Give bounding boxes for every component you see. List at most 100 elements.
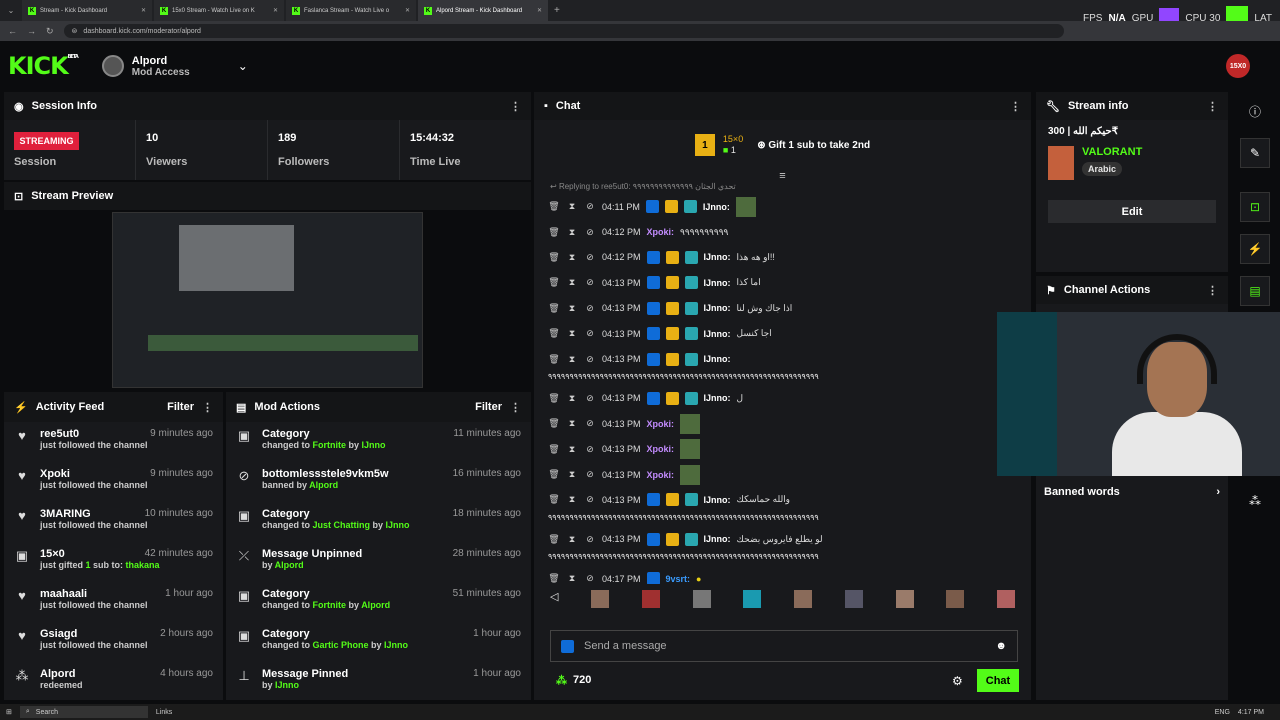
banned-words-item[interactable]: Banned words › bbox=[1044, 486, 1220, 498]
top-gifter[interactable]: 15×0 bbox=[723, 134, 743, 145]
more-options-icon[interactable]: ⋮ bbox=[510, 401, 521, 414]
delete-icon[interactable]: 🗑 bbox=[548, 328, 560, 339]
timeout-icon[interactable]: ⧗ bbox=[566, 444, 578, 455]
delete-icon[interactable]: 🗑 bbox=[548, 303, 560, 314]
more-options-icon[interactable]: ⋮ bbox=[1207, 284, 1218, 297]
emote-icon[interactable] bbox=[743, 590, 762, 608]
activity-user[interactable]: Gsiagd bbox=[40, 628, 77, 640]
chat-username[interactable]: IJnno: bbox=[704, 278, 731, 288]
delete-icon[interactable]: 🗑 bbox=[548, 573, 560, 584]
ban-icon[interactable]: ⊘ bbox=[584, 328, 596, 339]
delete-icon[interactable]: 🗑 bbox=[548, 252, 560, 263]
chat-settings-icon[interactable]: ⚙ bbox=[952, 674, 963, 688]
activity-user[interactable]: ree5ut0 bbox=[40, 428, 79, 440]
emote-picker-icon[interactable]: ◁ bbox=[550, 590, 558, 612]
timeout-icon[interactable]: ⧗ bbox=[566, 303, 578, 314]
tab-close-icon[interactable]: ✕ bbox=[405, 7, 410, 14]
delete-icon[interactable]: 🗑 bbox=[548, 418, 560, 429]
address-bar[interactable]: ⊜ dashboard.kick.com/moderator/alpord bbox=[63, 24, 1064, 38]
activity-user[interactable]: Xpoki bbox=[40, 468, 70, 480]
ban-icon[interactable]: ⊘ bbox=[584, 354, 596, 365]
more-options-icon[interactable]: ⋮ bbox=[510, 100, 521, 113]
chat-username[interactable]: Xpoki: bbox=[647, 444, 675, 454]
chat-username[interactable]: IJnno: bbox=[704, 534, 731, 544]
emote-icon[interactable] bbox=[794, 590, 813, 608]
ban-icon[interactable]: ⊘ bbox=[584, 418, 596, 429]
kick-logo[interactable]: KICK BETA bbox=[8, 52, 79, 80]
scroll-filter-icon[interactable]: ≡ bbox=[534, 170, 1031, 182]
gift-recipient[interactable]: thakana bbox=[126, 560, 160, 570]
timeout-icon[interactable]: ⧗ bbox=[566, 534, 578, 545]
chat-username[interactable]: IJnno: bbox=[704, 495, 731, 505]
timeout-icon[interactable]: ⧗ bbox=[566, 227, 578, 238]
emote-icon[interactable] bbox=[692, 590, 711, 608]
channel-switcher[interactable]: Alpord Mod Access ⌄ bbox=[101, 55, 248, 78]
timeout-icon[interactable]: ⧗ bbox=[566, 418, 578, 429]
filter-button[interactable]: Filter bbox=[167, 401, 194, 413]
moderator-name[interactable]: IJnno bbox=[362, 440, 386, 450]
delete-icon[interactable]: 🗑 bbox=[548, 494, 560, 505]
browser-tab-3[interactable]: K Faslanca Stream - Watch Live o ✕ bbox=[286, 0, 416, 21]
chat-username[interactable]: IJnno: bbox=[704, 393, 731, 403]
points-icon[interactable]: ⁂ bbox=[1240, 486, 1270, 516]
clock[interactable]: 4:17 PM bbox=[1238, 709, 1264, 716]
moderator-name[interactable]: IJnno bbox=[386, 520, 410, 530]
delete-icon[interactable]: 🗑 bbox=[548, 444, 560, 455]
start-icon[interactable]: ⊞ bbox=[6, 708, 12, 716]
timeout-icon[interactable]: ⧗ bbox=[566, 494, 578, 505]
filter-button[interactable]: Filter bbox=[475, 401, 502, 413]
send-chat-button[interactable]: Chat bbox=[977, 669, 1019, 692]
ban-icon[interactable]: ⊘ bbox=[584, 201, 596, 212]
stream-preview-video[interactable] bbox=[112, 212, 423, 388]
ban-icon[interactable]: ⊘ bbox=[584, 444, 596, 455]
chat-username[interactable]: IJnno: bbox=[704, 303, 731, 313]
ban-icon[interactable]: ⊘ bbox=[584, 252, 596, 263]
timeout-icon[interactable]: ⧗ bbox=[566, 328, 578, 339]
chat-username[interactable]: IJnno: bbox=[703, 202, 730, 212]
chat-username[interactable]: Xpoki: bbox=[647, 470, 675, 480]
chat-username[interactable]: IJnno: bbox=[704, 252, 731, 262]
ban-icon[interactable]: ⊘ bbox=[584, 494, 596, 505]
activity-user[interactable]: 15×0 bbox=[40, 548, 65, 560]
document-icon[interactable]: ▤ bbox=[1240, 276, 1270, 306]
forward-icon[interactable]: → bbox=[27, 26, 36, 36]
chat-username[interactable]: Xpoki: bbox=[647, 419, 675, 429]
activity-user[interactable]: maahaali bbox=[40, 588, 87, 600]
timeout-icon[interactable]: ⧗ bbox=[566, 277, 578, 288]
moderator-name[interactable]: Alpord bbox=[309, 480, 338, 490]
ban-icon[interactable]: ⊘ bbox=[584, 469, 596, 480]
browser-tab-2[interactable]: K 15x0 Stream - Watch Live on K ✕ bbox=[154, 0, 284, 21]
timeout-icon[interactable]: ⧗ bbox=[566, 354, 578, 365]
timeout-icon[interactable]: ⧗ bbox=[566, 393, 578, 404]
emote-icon[interactable] bbox=[996, 590, 1015, 608]
browser-tab-4[interactable]: K Alpord Stream - Kick Dashboard ✕ bbox=[418, 0, 548, 21]
delete-icon[interactable]: 🗑 bbox=[548, 227, 560, 238]
emoji-icon[interactable]: ☻ bbox=[995, 640, 1007, 652]
category-name[interactable]: VALORANT bbox=[1082, 146, 1142, 158]
tab-close-icon[interactable]: ✕ bbox=[141, 7, 146, 14]
links-toolbar[interactable]: Links bbox=[156, 709, 172, 716]
ban-icon[interactable]: ⊘ bbox=[584, 303, 596, 314]
timeout-icon[interactable]: ⧗ bbox=[566, 469, 578, 480]
delete-icon[interactable]: 🗑 bbox=[548, 277, 560, 288]
browser-tab-1[interactable]: K Stream - Kick Dashboard ✕ bbox=[22, 0, 152, 21]
chat-input[interactable]: Send a message ☻ bbox=[550, 630, 1018, 662]
screen-capture-icon[interactable]: ⊡ bbox=[1240, 192, 1270, 222]
emote-icon[interactable] bbox=[844, 590, 863, 608]
channel-points[interactable]: ⁂ 720 bbox=[556, 674, 591, 687]
tab-search-icon[interactable]: ⌄ bbox=[0, 6, 22, 15]
reload-icon[interactable]: ↻ bbox=[46, 26, 54, 37]
delete-icon[interactable]: 🗑 bbox=[548, 469, 560, 480]
emote-icon[interactable] bbox=[641, 590, 660, 608]
timeout-icon[interactable]: ⧗ bbox=[566, 201, 578, 212]
more-options-icon[interactable]: ⋮ bbox=[1010, 100, 1021, 113]
chat-username[interactable]: IJnno: bbox=[704, 354, 731, 364]
more-options-icon[interactable]: ⋮ bbox=[1207, 100, 1218, 113]
ban-icon[interactable]: ⊘ bbox=[584, 393, 596, 404]
pencil-icon[interactable]: ✎ bbox=[1240, 138, 1270, 168]
emote-icon[interactable] bbox=[946, 590, 965, 608]
timeout-icon[interactable]: ⧗ bbox=[566, 573, 578, 584]
activity-user[interactable]: 3MARING bbox=[40, 508, 91, 520]
ban-icon[interactable]: ⊘ bbox=[584, 227, 596, 238]
ban-icon[interactable]: ⊘ bbox=[584, 534, 596, 545]
